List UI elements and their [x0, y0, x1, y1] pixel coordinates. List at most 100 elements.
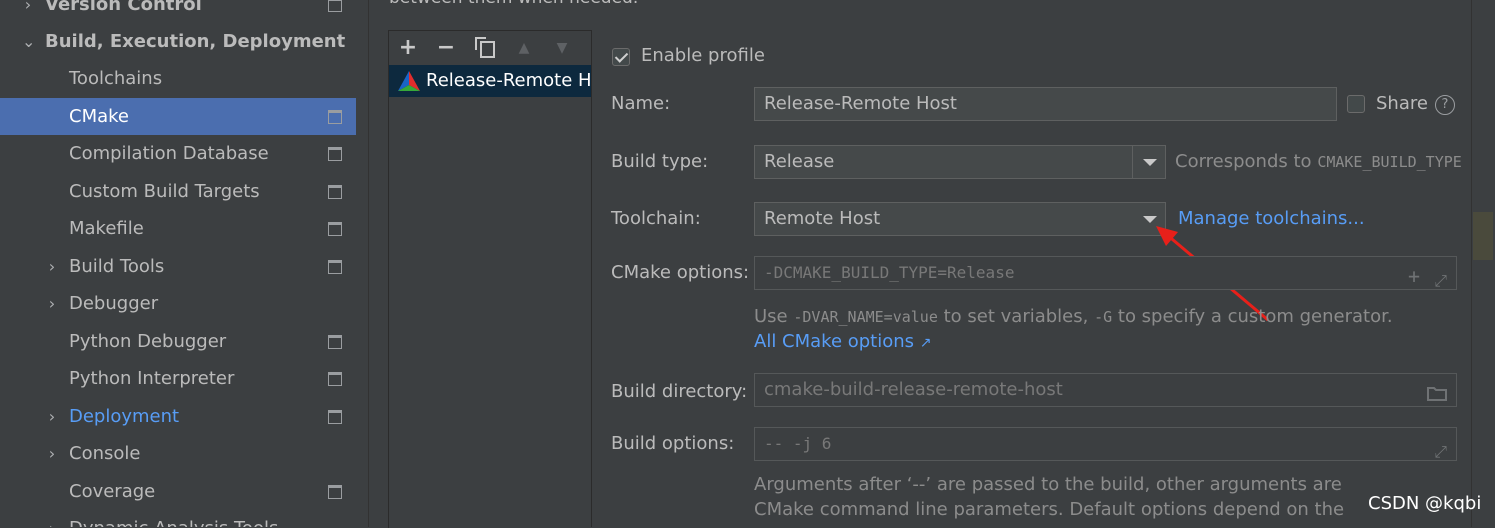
sidebar-item-coverage[interactable]: Coverage — [0, 473, 368, 510]
build-type-value: Release — [764, 151, 835, 172]
sidebar-item-label: Coverage — [69, 481, 156, 502]
sidebar-item-label: CMake — [69, 106, 129, 127]
sidebar-item-label: Custom Build Targets — [69, 181, 260, 202]
cmake-options-input[interactable]: -DCMAKE_BUILD_TYPE=Release + ⤢ — [754, 256, 1457, 290]
hint-var: -DVAR_NAME= — [793, 308, 893, 326]
document-icon — [328, 485, 342, 499]
copy-icon — [475, 37, 495, 58]
chevron-down-icon[interactable]: ⌄ — [22, 23, 35, 60]
sidebar-item-label: Debugger — [69, 293, 159, 314]
settings-sidebar: › Version Control ⌄ Build, Execution, De… — [0, 0, 369, 527]
share-checkbox[interactable] — [1347, 95, 1365, 113]
sidebar-item-console[interactable]: › Console — [0, 435, 368, 472]
sidebar-item-makefile[interactable]: Makefile — [0, 210, 368, 247]
build-options-input[interactable]: -- -j 6 ⤢ — [754, 427, 1457, 461]
toolchain-label: Toolchain: — [611, 208, 701, 229]
sidebar-item-label: Build, Execution, Deployment — [45, 31, 346, 52]
hint-end: to specify a custom generator. — [1117, 306, 1393, 327]
scrollbar-thumb[interactable] — [1473, 212, 1493, 260]
plus-icon[interactable]: + — [1408, 260, 1420, 292]
sidebar-scrollbar[interactable] — [356, 0, 368, 527]
expand-icon[interactable]: ⤢ — [1434, 436, 1447, 468]
sidebar-item-label: Build Tools — [69, 256, 165, 277]
dropdown-arrow-icon[interactable] — [1132, 146, 1165, 178]
chevron-right-icon[interactable]: › — [46, 248, 58, 285]
toolchain-select[interactable]: Remote Host — [754, 202, 1166, 236]
enable-profile-checkbox[interactable] — [612, 48, 630, 66]
sidebar-item-version-control[interactable]: › Version Control — [0, 0, 368, 23]
description-text: between them when needed. — [389, 0, 638, 8]
external-link-icon: ↗ — [919, 335, 932, 351]
build-type-label: Build type: — [611, 151, 709, 172]
help-icon[interactable]: ? — [1435, 95, 1455, 115]
sidebar-item-custom-build-targets[interactable]: Custom Build Targets — [0, 173, 368, 210]
build-options-label: Build options: — [611, 433, 735, 454]
sidebar-item-toolchains[interactable]: Toolchains — [0, 60, 368, 97]
sidebar-item-python-debugger[interactable]: Python Debugger — [0, 323, 368, 360]
document-icon — [328, 260, 342, 274]
hint-g: -G — [1094, 308, 1113, 326]
vertical-scrollbar[interactable] — [1471, 0, 1495, 527]
copy-profile-button[interactable] — [473, 35, 499, 61]
chevron-right-icon[interactable]: › — [46, 435, 58, 472]
chevron-right-icon[interactable]: › — [46, 510, 58, 527]
cmake-options-label: CMake options: — [611, 262, 750, 283]
sidebar-item-build-tools[interactable]: › Build Tools — [0, 248, 368, 285]
sidebar-item-label: Toolchains — [69, 68, 163, 89]
sidebar-item-label: Python Interpreter — [69, 368, 235, 389]
move-up-button[interactable]: ▲ — [511, 35, 537, 61]
sidebar-item-label: Deployment — [69, 406, 180, 427]
corresponds-text: Corresponds to — [1175, 151, 1312, 172]
name-input[interactable]: Release-Remote Host — [754, 87, 1337, 121]
sidebar-item-label: Compilation Database — [69, 143, 269, 164]
document-icon — [328, 0, 342, 12]
all-cmake-options-text: All CMake options — [754, 331, 915, 352]
document-icon — [328, 185, 342, 199]
document-icon — [328, 335, 342, 349]
sidebar-item-compilation-database[interactable]: Compilation Database — [0, 135, 368, 172]
corresponds-variable: CMAKE_BUILD_TYPE — [1317, 153, 1462, 171]
move-down-button[interactable]: ▼ — [549, 35, 575, 61]
share-label: Share — [1376, 93, 1428, 114]
settings-content: between them when needed. + − ▲ ▼ Releas… — [369, 0, 1495, 528]
document-icon — [328, 222, 342, 236]
profile-list-item[interactable]: Release-Remote Host — [389, 65, 592, 97]
hint-use: Use — [754, 306, 788, 327]
sidebar-item-label: Version Control — [45, 0, 202, 15]
build-directory-input[interactable]: cmake-build-release-remote-host — [754, 373, 1457, 407]
sidebar-item-build-execution-deployment[interactable]: ⌄ Build, Execution, Deployment — [0, 23, 368, 60]
chevron-right-icon[interactable]: › — [46, 285, 58, 322]
profiles-toolbar: + − ▲ ▼ — [389, 31, 592, 65]
cmake-options-placeholder: -DCMAKE_BUILD_TYPE=Release — [764, 263, 1015, 282]
build-options-hint-line2: CMake command line parameters. Default o… — [754, 499, 1345, 520]
expand-icon[interactable]: ⤢ — [1434, 265, 1447, 297]
remove-profile-button[interactable]: − — [433, 35, 459, 61]
profile-name: Release-Remote Host — [426, 70, 592, 91]
watermark: CSDN @kqbi — [1368, 493, 1482, 514]
hint-mid: to set variables, — [943, 306, 1089, 327]
sidebar-item-dynamic-analysis-tools[interactable]: › Dynamic Analysis Tools — [0, 510, 368, 527]
profiles-list: + − ▲ ▼ Release-Remote Host — [388, 30, 592, 528]
build-type-select[interactable]: Release — [754, 145, 1166, 179]
sidebar-item-label: Console — [69, 443, 141, 464]
document-icon — [328, 147, 342, 161]
cmake-options-hint: Use -DVAR_NAME=value to set variables, -… — [754, 306, 1393, 327]
sidebar-item-deployment[interactable]: › Deployment — [0, 398, 368, 435]
enable-profile-label: Enable profile — [641, 45, 765, 66]
build-options-placeholder: -- -j 6 — [764, 434, 832, 453]
sidebar-item-python-interpreter[interactable]: Python Interpreter — [0, 360, 368, 397]
hint-value: value — [892, 308, 938, 326]
add-profile-button[interactable]: + — [395, 35, 421, 61]
folder-icon[interactable] — [1427, 380, 1447, 412]
build-directory-placeholder: cmake-build-release-remote-host — [764, 379, 1063, 400]
toolchain-value: Remote Host — [764, 208, 881, 229]
sidebar-item-cmake[interactable]: CMake — [0, 98, 368, 135]
document-icon — [328, 110, 342, 124]
sidebar-item-debugger[interactable]: › Debugger — [0, 285, 368, 322]
chevron-right-icon[interactable]: › — [22, 0, 34, 23]
name-label: Name: — [611, 93, 671, 114]
build-directory-label: Build directory: — [611, 381, 748, 402]
all-cmake-options-link[interactable]: All CMake options ↗ — [754, 331, 932, 352]
chevron-right-icon[interactable]: › — [46, 398, 58, 435]
document-icon — [328, 410, 342, 424]
